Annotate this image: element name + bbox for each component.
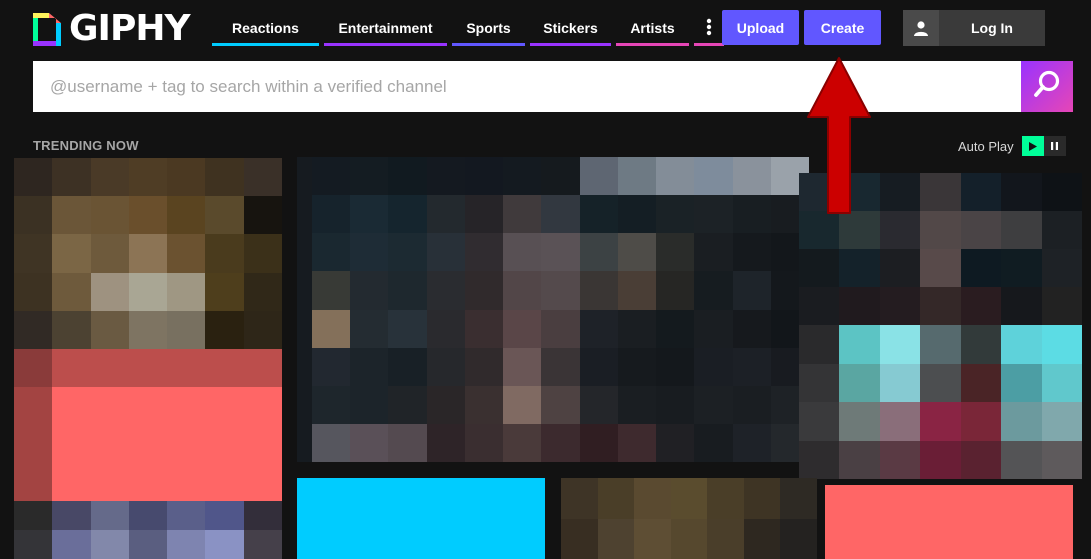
more-vertical-icon xyxy=(706,18,712,39)
nav-item-label: Sports xyxy=(466,20,511,36)
login-button[interactable]: Log In xyxy=(903,10,1045,46)
nav-item-label: Artists xyxy=(630,20,675,36)
gif-thumbnail[interactable] xyxy=(297,478,545,559)
upload-button[interactable]: Upload xyxy=(722,10,799,45)
nav-underline xyxy=(694,43,724,46)
nav-item-reactions[interactable]: Reactions xyxy=(212,10,319,46)
login-label: Log In xyxy=(971,20,1013,36)
pause-icon xyxy=(1051,142,1059,150)
search-input[interactable] xyxy=(33,61,1021,112)
nav-item-stickers[interactable]: Stickers xyxy=(530,10,611,46)
nav-item-label: Entertainment xyxy=(338,20,433,36)
nav-underline xyxy=(324,43,447,46)
gif-image xyxy=(14,349,282,387)
nav-underline xyxy=(530,43,611,46)
nav-item-entertainment[interactable]: Entertainment xyxy=(324,10,447,46)
gif-image xyxy=(312,157,809,462)
giphy-logo[interactable]: GIPHY xyxy=(33,8,191,49)
play-icon xyxy=(1028,141,1037,151)
search-icon xyxy=(1032,69,1062,104)
nav-item-artists[interactable]: Artists xyxy=(616,10,689,46)
gif-image xyxy=(799,173,1082,325)
logo-wordmark: GIPHY xyxy=(69,8,191,49)
gif-thumbnail[interactable] xyxy=(14,158,282,349)
autoplay-control: Auto Play xyxy=(958,136,1066,156)
create-button[interactable]: Create xyxy=(804,10,881,45)
gif-image xyxy=(14,349,52,387)
gif-thumbnail[interactable] xyxy=(799,173,1082,325)
gif-thumbnail[interactable] xyxy=(561,478,817,559)
nav-item-label: Reactions xyxy=(232,20,299,36)
gif-thumbnail[interactable] xyxy=(14,501,282,559)
giphy-logo-icon xyxy=(33,12,61,46)
search-button[interactable] xyxy=(1021,61,1073,112)
gif-image xyxy=(14,158,282,349)
gif-image xyxy=(14,501,282,559)
nav-underline xyxy=(212,43,319,46)
gif-thumbnail[interactable] xyxy=(825,485,1073,559)
main-nav: Reactions Entertainment Sports Stickers … xyxy=(212,10,729,46)
nav-underline xyxy=(616,43,689,46)
user-icon xyxy=(903,10,939,46)
gif-thumbnail[interactable] xyxy=(297,157,809,462)
nav-underline xyxy=(452,43,525,46)
gif-thumbnail[interactable] xyxy=(14,349,282,501)
nav-more-button[interactable] xyxy=(694,10,724,46)
trending-now-heading: TRENDING NOW xyxy=(33,138,139,153)
gif-image xyxy=(799,325,1082,479)
gif-thumbnail[interactable] xyxy=(799,325,1082,479)
autoplay-pause-button[interactable] xyxy=(1043,136,1066,156)
autoplay-label: Auto Play xyxy=(958,138,1014,154)
nav-item-sports[interactable]: Sports xyxy=(452,10,525,46)
nav-item-label: Stickers xyxy=(543,20,598,36)
autoplay-play-button[interactable] xyxy=(1021,136,1044,156)
gif-image xyxy=(561,478,817,559)
